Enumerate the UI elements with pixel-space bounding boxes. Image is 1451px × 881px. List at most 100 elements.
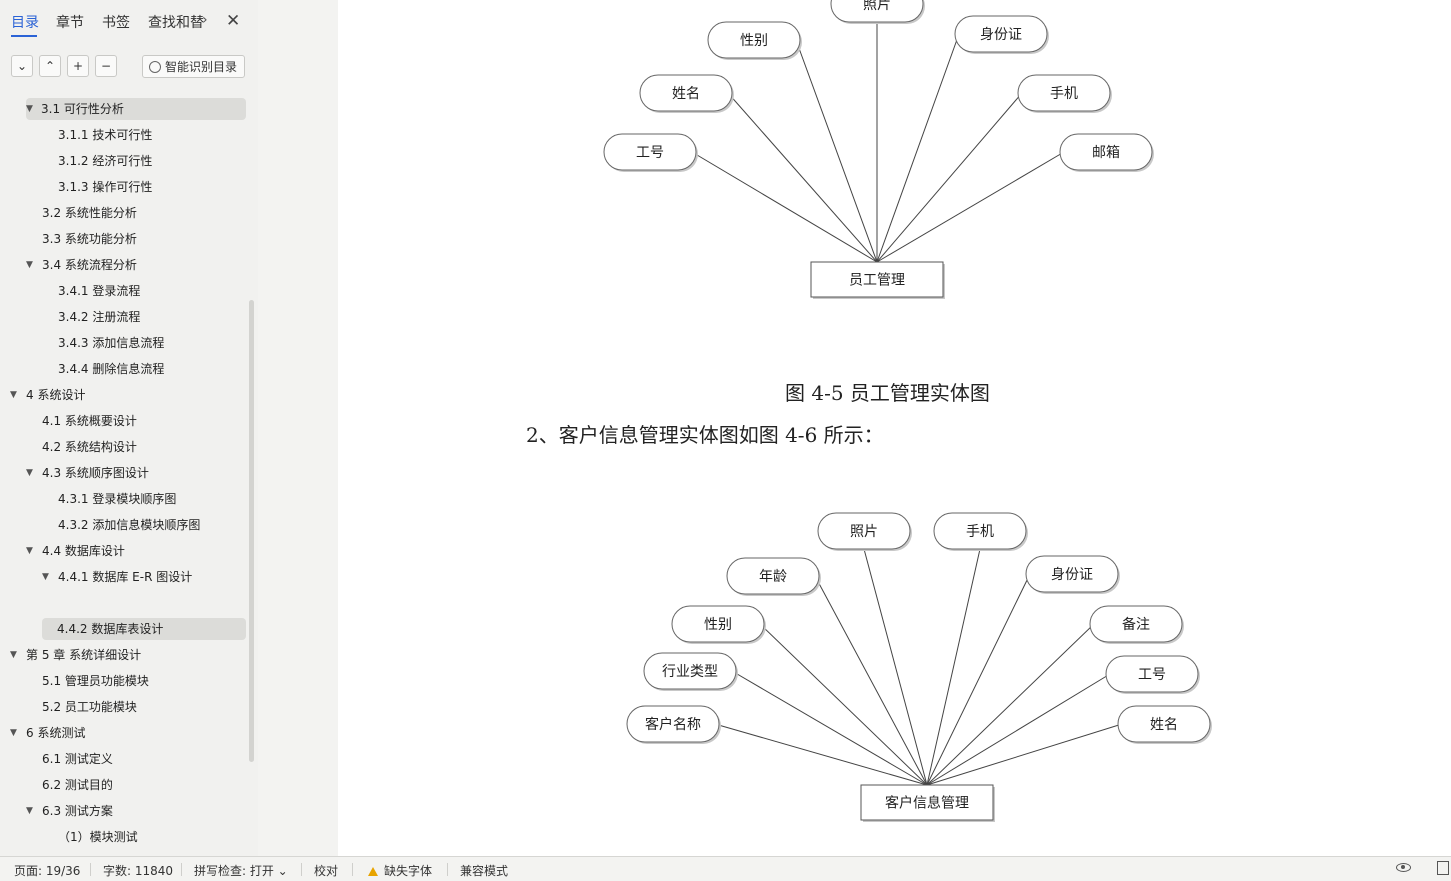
tab-chapters[interactable]: 章节 <box>56 12 84 32</box>
toc-sidebar: 目录 章节 书签 查找和替 › ✕ ⌄ ⌃ + − 智能识别目录 ▼ 3.1 可行… <box>0 0 259 856</box>
figure-caption: 图 4-5 员工管理实体图 <box>785 381 990 405</box>
toc-item[interactable]: 3.2 系统性能分析 <box>0 202 246 224</box>
attribute-node: 性别 <box>671 605 766 644</box>
toc-item-label: 第 5 章 系统详细设计 <box>26 648 142 662</box>
attribute-node: 身份证 <box>1025 555 1120 594</box>
attribute-label: 手机 <box>1050 86 1078 102</box>
missing-font-button[interactable]: 缺失字体 <box>368 862 432 879</box>
attribute-node: 照片 <box>817 512 912 551</box>
sidebar-scrollbar[interactable] <box>249 300 254 762</box>
entity-label: 客户信息管理 <box>885 795 969 812</box>
toc-item[interactable]: 3.4.4 删除信息流程 <box>0 358 246 380</box>
attribute-node: 行业类型 <box>643 652 738 691</box>
expand-arrow-icon[interactable]: ▼ <box>26 462 33 484</box>
attribute-label: 备注 <box>1122 616 1150 633</box>
proofread-button[interactable]: 校对 <box>314 862 338 879</box>
expand-arrow-icon[interactable]: ▼ <box>10 722 17 744</box>
toc-item-label: 3.3 系统功能分析 <box>42 232 137 246</box>
add-entry-button[interactable]: + <box>67 55 89 77</box>
toc-item[interactable]: 3.1.1 技术可行性 <box>0 124 246 146</box>
toc-item-label: 4.1 系统概要设计 <box>42 414 137 428</box>
toc-item[interactable]: 4.1 系统概要设计 <box>0 410 246 432</box>
connector-line <box>926 623 1095 786</box>
toc-item[interactable]: 3.4.2 注册流程 <box>0 306 246 328</box>
connector-line <box>814 575 928 786</box>
toc-item-label: 3.1.3 操作可行性 <box>58 180 153 194</box>
page-layout-icon[interactable] <box>1437 861 1449 875</box>
attribute-node: 邮箱 <box>1059 133 1154 172</box>
expand-arrow-icon[interactable]: ▼ <box>10 384 17 406</box>
expand-arrow-icon[interactable]: ▼ <box>26 254 33 276</box>
tab-find-replace[interactable]: 查找和替 <box>148 12 204 32</box>
expand-arrow-icon[interactable]: ▼ <box>42 566 49 588</box>
smart-recognize-toc-button[interactable]: 智能识别目录 <box>142 55 245 78</box>
toc-item[interactable]: ▼ 第 5 章 系统详细设计 <box>0 644 246 666</box>
diagram1-diagram: 照片性别 身份证姓名 手机工号 邮箱员工管理 <box>603 0 1154 299</box>
toc-item[interactable]: 3.1.2 经济可行性 <box>0 150 246 172</box>
toc-item[interactable]: ▼ 4.3 系统顺序图设计 <box>0 462 246 484</box>
tab-bookmarks[interactable]: 书签 <box>102 12 130 32</box>
toc-item[interactable]: ▼ 4.4 数据库设计 <box>0 540 246 562</box>
attribute-node: 姓名 <box>639 74 734 113</box>
connector-line <box>876 92 1023 263</box>
page-count[interactable]: 页面: 19/36 <box>14 862 80 879</box>
entity-node: 客户信息管理 <box>860 784 995 822</box>
toc-item[interactable]: 4.3.2 添加信息模块顺序图 <box>0 514 246 536</box>
connector-line <box>795 39 878 263</box>
toc-item[interactable]: 4.3.1 登录模块顺序图 <box>0 488 246 510</box>
toc-item[interactable]: 4.2 系统结构设计 <box>0 436 246 458</box>
toc-item-label: 4.2 系统结构设计 <box>42 440 137 454</box>
connector-line <box>727 92 878 263</box>
expand-arrow-icon[interactable]: ▼ <box>26 540 33 562</box>
toc-item[interactable]: ▼ 4 系统设计 <box>0 384 246 406</box>
connector-line <box>863 548 928 786</box>
connector-line <box>731 670 928 786</box>
remove-entry-button[interactable]: − <box>95 55 117 77</box>
toc-item-label: 4.4 数据库设计 <box>42 544 125 558</box>
toc-item[interactable]: 5.1 管理员功能模块 <box>0 670 246 692</box>
toc-item[interactable]: 3.4.1 登录流程 <box>0 280 246 302</box>
toc-item[interactable]: ▼ 4.4.1 数据库 E-R 图设计 <box>0 566 246 588</box>
body-paragraph: 2、客户信息管理实体图如图 4-6 所示： <box>526 423 884 447</box>
attribute-label: 年龄 <box>759 569 787 585</box>
toc-item[interactable]: 6.2 测试目的 <box>0 774 246 796</box>
expand-arrow-icon[interactable]: ▼ <box>26 98 33 120</box>
attribute-node: 照片 <box>830 0 925 24</box>
toc-item[interactable]: 3.3 系统功能分析 <box>0 228 246 250</box>
smart-recognize-label: 智能识别目录 <box>165 60 238 74</box>
close-icon[interactable]: ✕ <box>226 11 240 31</box>
toc-item[interactable]: 3.4.3 添加信息流程 <box>0 332 246 354</box>
toc-item-label: 3.4.2 注册流程 <box>58 310 141 324</box>
toc-item[interactable]: ▼ 3.1 可行性分析 <box>26 98 246 120</box>
tab-toc[interactable]: 目录 <box>11 12 39 32</box>
toc-item[interactable]: ▼ 3.4 系统流程分析 <box>0 254 246 276</box>
toc-item[interactable]: 6.1 测试定义 <box>0 748 246 770</box>
compat-mode[interactable]: 兼容模式 <box>460 862 508 879</box>
toc-item-label: 4.4.1 数据库 E-R 图设计 <box>58 570 193 584</box>
spell-check-toggle[interactable]: 拼写检查: 打开 ⌄ <box>194 862 288 879</box>
toc-item[interactable] <box>0 592 246 614</box>
attribute-label: 工号 <box>636 145 664 161</box>
attribute-label: 工号 <box>1138 667 1166 683</box>
document-page[interactable]: 照片 性别 身份证 姓名 手机 工号 邮箱 员工管理 照片 手机 年龄 身份证 性别 备注 行业类型 工号 客户… <box>338 0 1451 856</box>
toc-item[interactable]: 3.1.3 操作可行性 <box>0 176 246 198</box>
toc-item[interactable]: ▼ 6.3 测试方案 <box>0 800 246 822</box>
tabs-more-chevron-icon[interactable]: › <box>202 12 208 28</box>
toc-item[interactable]: ▼ 6 系统测试 <box>0 722 246 744</box>
toc-item[interactable]: 4.4.2 数据库表设计 <box>42 618 246 640</box>
attribute-label: 行业类型 <box>662 664 718 680</box>
toc-item[interactable]: （1）模块测试 <box>0 826 246 848</box>
attribute-label: 客户名称 <box>645 716 701 733</box>
word-count[interactable]: 字数: 11840 <box>103 862 173 879</box>
attribute-label: 性别 <box>740 33 768 49</box>
expand-all-button[interactable]: ⌃ <box>39 55 61 77</box>
expand-arrow-icon[interactable]: ▼ <box>26 800 33 822</box>
collapse-all-button[interactable]: ⌄ <box>11 55 33 77</box>
eye-icon[interactable] <box>1396 863 1411 872</box>
toc-item-label: （1）模块测试 <box>58 830 138 844</box>
toc-item[interactable]: 5.2 员工功能模块 <box>0 696 246 718</box>
toc-item-label: 3.1.1 技术可行性 <box>58 128 153 142</box>
toc-item-label: 4 系统设计 <box>26 388 86 402</box>
attribute-node: 姓名 <box>1117 705 1212 744</box>
expand-arrow-icon[interactable]: ▼ <box>10 644 17 666</box>
